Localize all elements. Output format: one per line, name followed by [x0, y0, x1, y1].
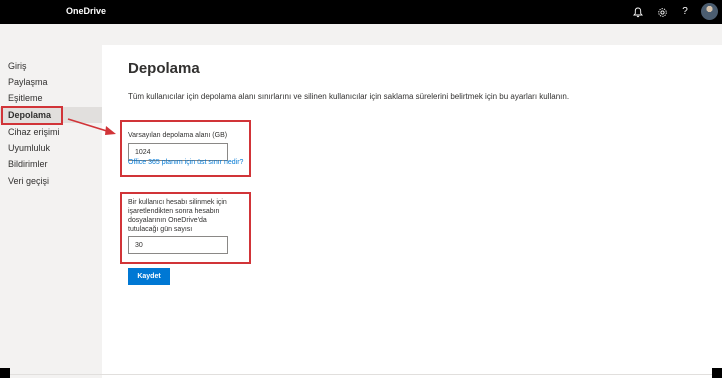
- bottom-left-corner: [0, 368, 10, 378]
- storage-label: Varsayılan depolama alanı (GB): [128, 132, 228, 139]
- retention-label-line: dosyalarının OneDrive'da: [128, 217, 207, 224]
- gear-icon[interactable]: [655, 5, 669, 19]
- sidebar-highlight-box: [1, 106, 63, 125]
- help-icon[interactable]: ?: [678, 5, 692, 19]
- app-launcher-area[interactable]: [30, 0, 56, 24]
- sidebar-item-home[interactable]: Giriş: [0, 58, 102, 74]
- retention-label-line: işaretlendikten sonra hesabın: [128, 208, 220, 215]
- app-title[interactable]: OneDrive: [66, 6, 106, 16]
- plan-limit-link[interactable]: Office 365 planım için üst sınır nedir?: [128, 159, 243, 166]
- avatar[interactable]: [701, 3, 718, 20]
- sidebar-item-sync[interactable]: Eşitleme: [0, 90, 102, 106]
- sidebar-item-compliance[interactable]: Uyumluluk: [0, 140, 102, 156]
- top-bar: OneDrive ?: [0, 0, 722, 24]
- retention-label-line: tutulacağı gün sayısı: [128, 226, 193, 233]
- help-symbol: ?: [682, 6, 688, 17]
- bottom-right-corner: [712, 368, 722, 378]
- annotation-arrow: [67, 118, 116, 135]
- sidebar: Giriş Paylaşma Eşitleme Depolama Cihaz e…: [0, 45, 102, 378]
- sidebar-item-sharing[interactable]: Paylaşma: [0, 74, 102, 90]
- sidebar-item-notifications[interactable]: Bildirimler: [0, 156, 102, 172]
- save-button[interactable]: Kaydet: [128, 268, 170, 285]
- page-title: Depolama: [128, 60, 200, 77]
- bell-icon[interactable]: [631, 5, 645, 19]
- retention-label-line: Bir kullanıcı hesabı silinmek için: [128, 199, 227, 206]
- retention-days-input[interactable]: [128, 236, 228, 254]
- sidebar-item-data-migration[interactable]: Veri geçişi: [0, 173, 102, 189]
- retention-label: Bir kullanıcı hesabı silinmek için işare…: [128, 198, 227, 234]
- header-strip: [0, 24, 722, 45]
- bottom-divider: [0, 374, 722, 375]
- intro-text: Tüm kullanıcılar için depolama alanı sın…: [128, 92, 570, 101]
